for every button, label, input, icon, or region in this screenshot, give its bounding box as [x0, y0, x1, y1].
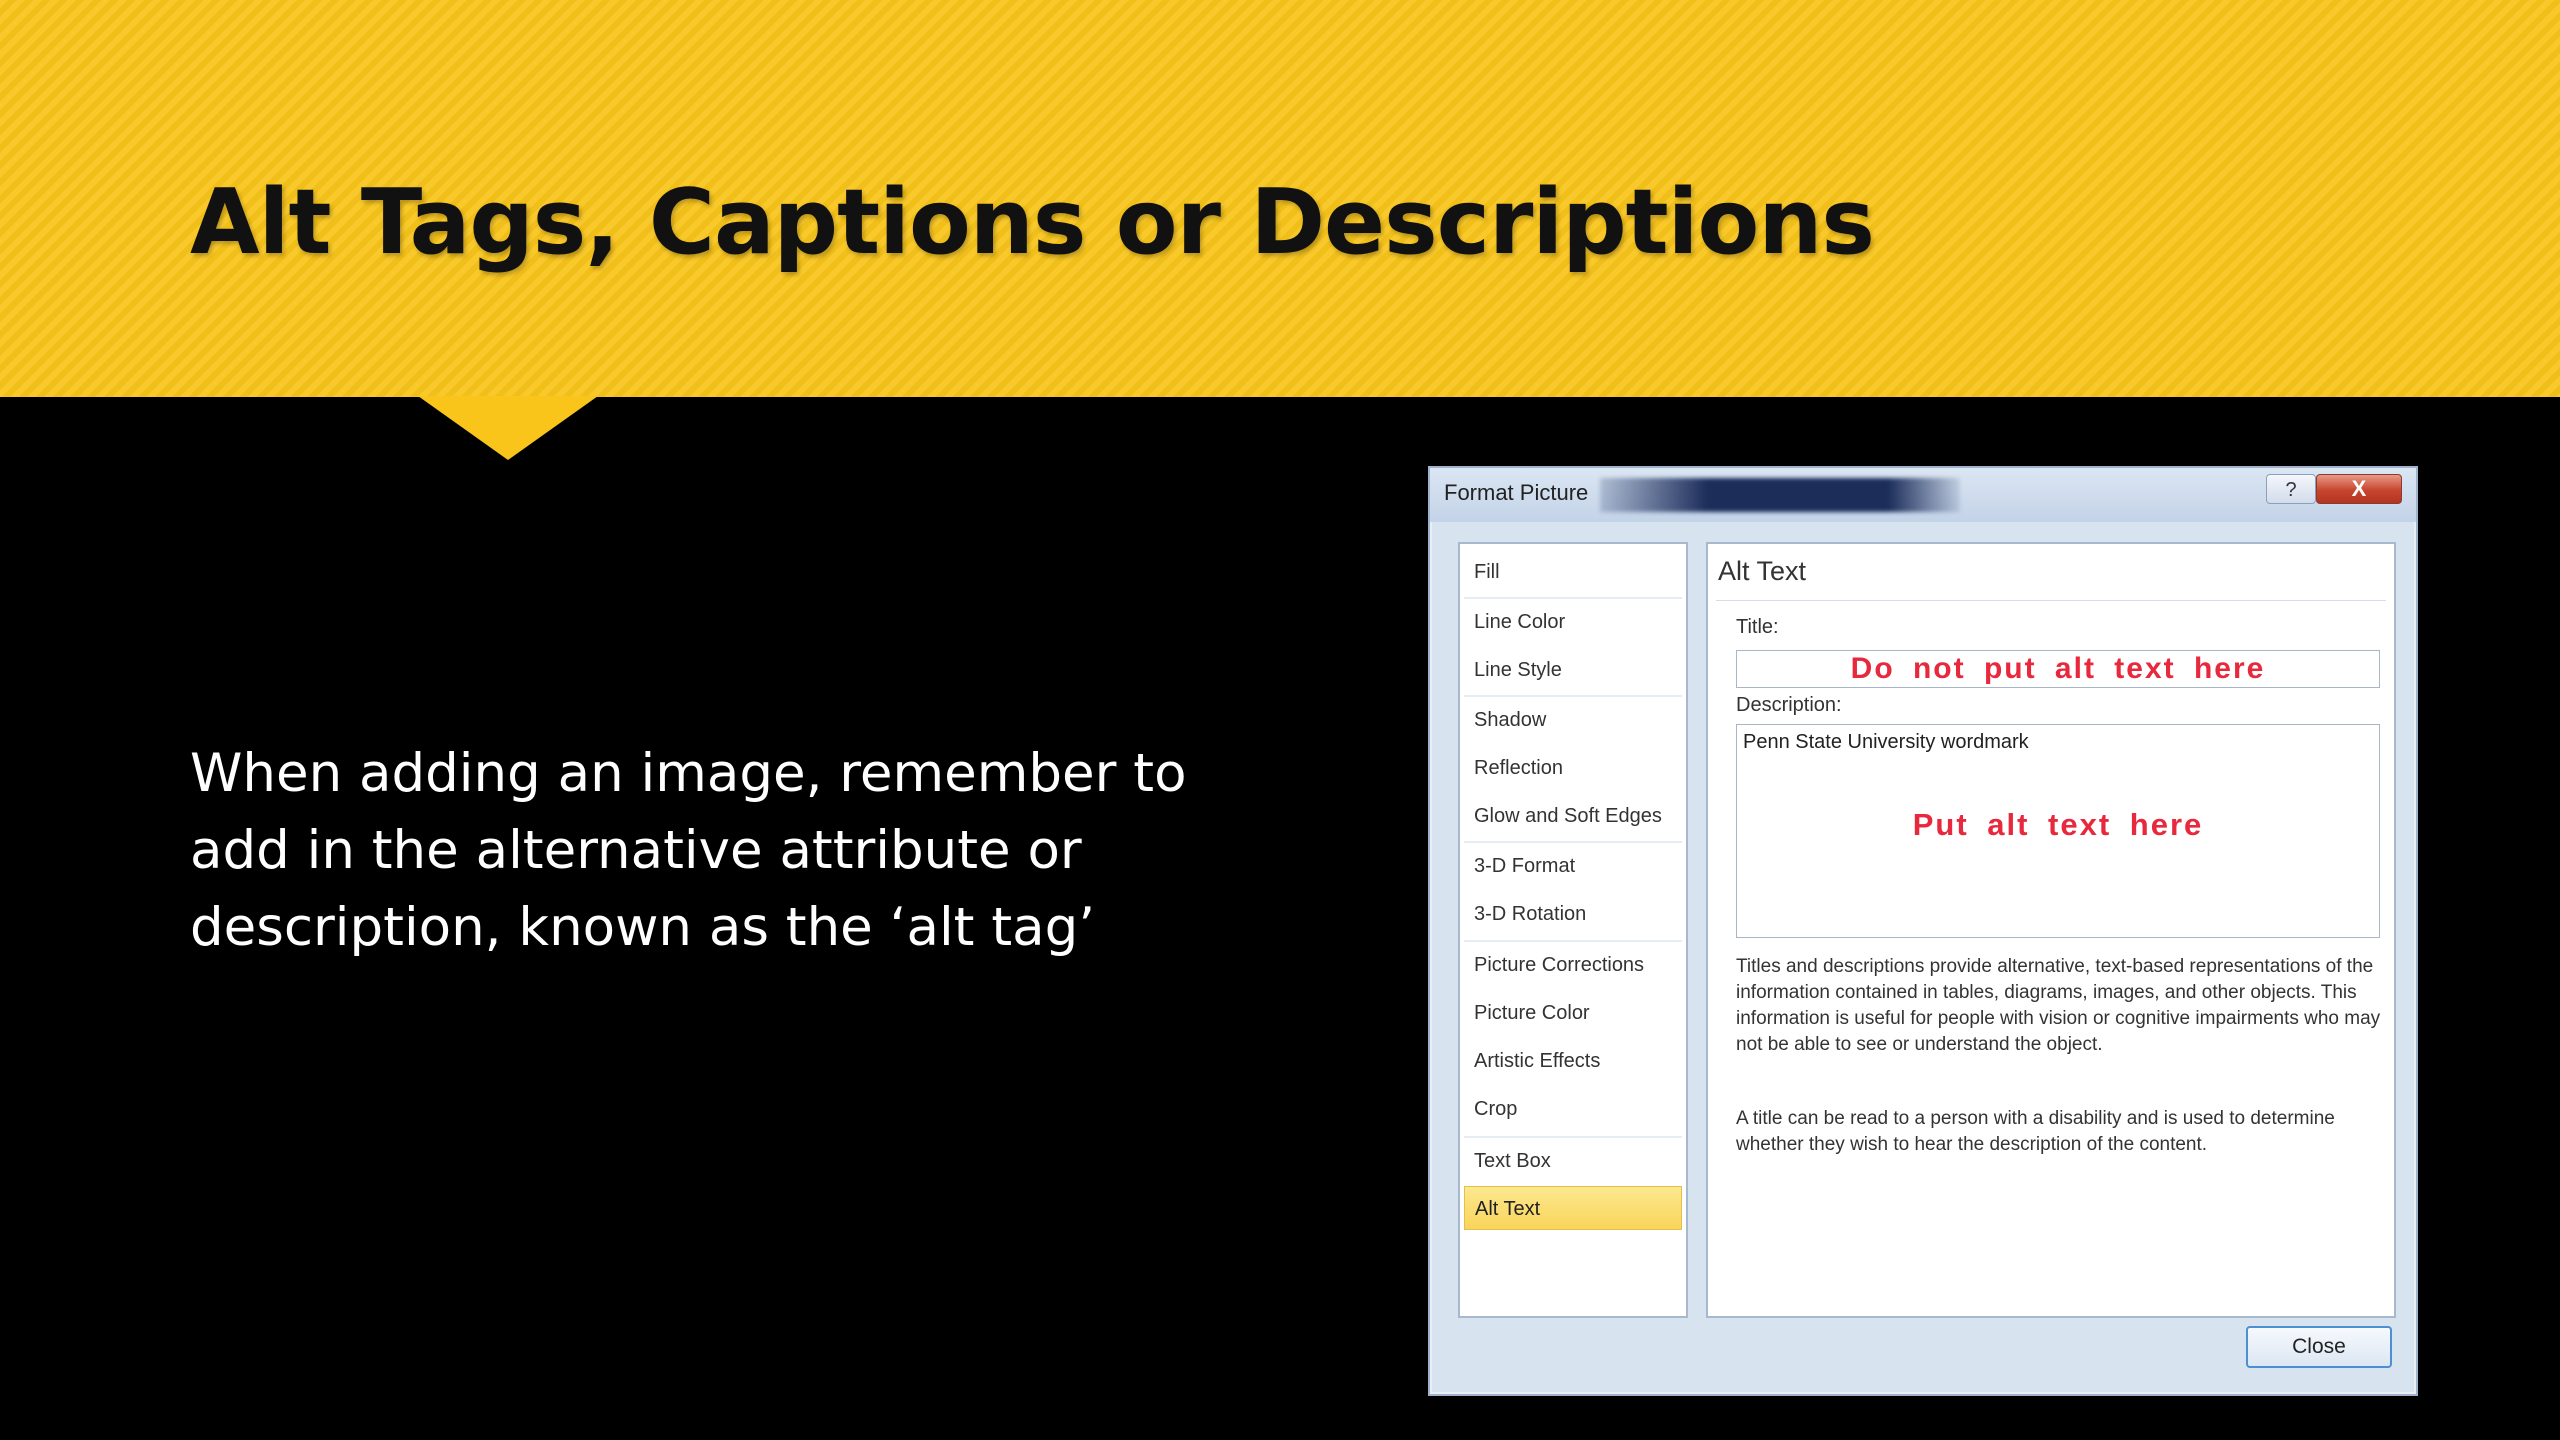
- slide-body-text: When adding an image, remember to add in…: [190, 735, 1230, 966]
- nav-item-line-style[interactable]: Line Style: [1464, 648, 1682, 692]
- dialog-titlebar[interactable]: Format Picture ? X: [1430, 468, 2416, 522]
- body-line: When adding an image, remember to: [190, 743, 1187, 804]
- description-field[interactable]: Penn State University wordmark Put alt t…: [1736, 724, 2380, 938]
- help-button[interactable]: ?: [2266, 474, 2316, 504]
- title-annotation: Do not put alt text here: [1850, 652, 2266, 685]
- help-paragraph: Titles and descriptions provide alternat…: [1736, 956, 2381, 1055]
- close-window-button[interactable]: X: [2316, 474, 2402, 504]
- nav-item-crop[interactable]: Crop: [1464, 1087, 1682, 1131]
- format-picture-dialog: Format Picture ? X Fill Line Color Line …: [1428, 466, 2418, 1396]
- description-value: Penn State University wordmark: [1743, 731, 2029, 753]
- title-field[interactable]: Do not put alt text here: [1736, 650, 2380, 688]
- nav-item-shadow[interactable]: Shadow: [1464, 698, 1682, 742]
- nav-item-line-color[interactable]: Line Color: [1464, 600, 1682, 644]
- nav-item-3d-rotation[interactable]: 3-D Rotation: [1464, 892, 1682, 936]
- alt-text-panel: Alt Text Title: Do not put alt text here…: [1706, 542, 2396, 1318]
- slide-title: Alt Tags, Captions or Descriptions: [190, 170, 1875, 275]
- help-paragraph: A title can be read to a person with a d…: [1736, 1108, 2335, 1155]
- redacted-titlebar-region: [1600, 478, 1960, 512]
- nav-item-alt-text[interactable]: Alt Text: [1464, 1186, 1682, 1230]
- title-banner: Alt Tags, Captions or Descriptions: [0, 0, 2560, 397]
- nav-item-picture-color[interactable]: Picture Color: [1464, 991, 1682, 1035]
- nav-separator: [1464, 841, 1682, 843]
- title-label: Title:: [1736, 616, 1779, 638]
- nav-item-artistic-effects[interactable]: Artistic Effects: [1464, 1039, 1682, 1083]
- nav-separator: [1464, 597, 1682, 599]
- description-annotation: Put alt text here: [1912, 807, 2204, 842]
- nav-separator: [1464, 940, 1682, 942]
- panel-divider: [1716, 600, 2386, 601]
- description-label: Description:: [1736, 694, 1842, 716]
- nav-item-fill[interactable]: Fill: [1464, 550, 1682, 594]
- nav-item-picture-corrections[interactable]: Picture Corrections: [1464, 943, 1682, 987]
- body-line: description, known as the ‘alt tag’: [190, 897, 1096, 958]
- close-button[interactable]: Close: [2246, 1326, 2392, 1368]
- banner-notch: [418, 396, 598, 460]
- nav-item-text-box[interactable]: Text Box: [1464, 1139, 1682, 1183]
- nav-separator: [1464, 1136, 1682, 1138]
- body-line: add in the alternative attribute or: [190, 820, 1082, 881]
- nav-item-3d-format[interactable]: 3-D Format: [1464, 844, 1682, 888]
- panel-heading: Alt Text: [1718, 556, 1807, 586]
- nav-item-reflection[interactable]: Reflection: [1464, 746, 1682, 790]
- dialog-title: Format Picture: [1444, 480, 1589, 505]
- category-nav: Fill Line Color Line Style Shadow Reflec…: [1458, 542, 1688, 1318]
- nav-separator: [1464, 695, 1682, 697]
- nav-item-glow-soft-edges[interactable]: Glow and Soft Edges: [1464, 794, 1682, 838]
